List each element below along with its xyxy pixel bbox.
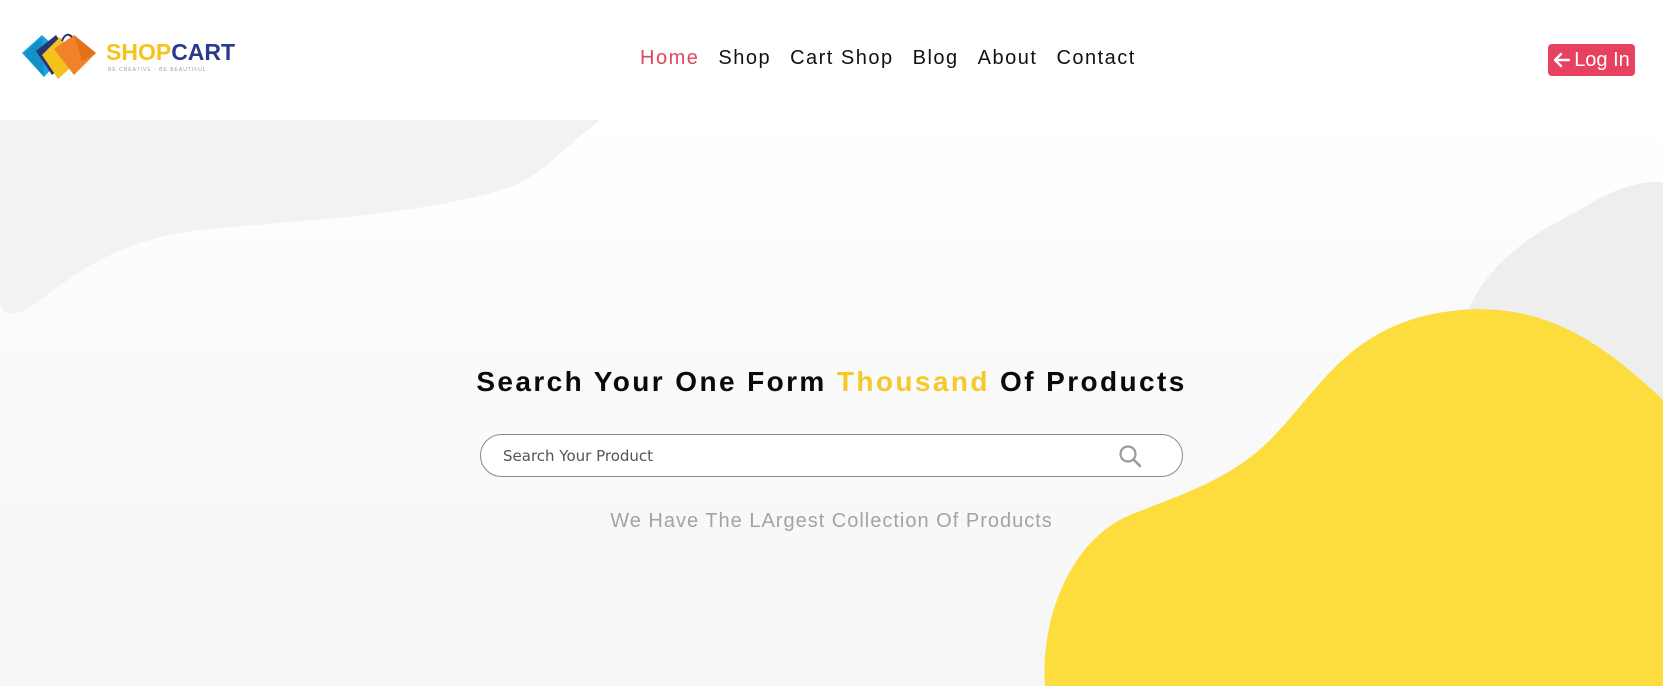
hero-subtitle: We Have The LArgest Collection Of Produc…	[610, 510, 1053, 532]
nav-item-about[interactable]: About	[978, 46, 1038, 70]
hero-title-after: Of Products	[1000, 366, 1187, 397]
site-header: SHOPCART BE CREATIVE · BE BEAUTIFUL Home…	[0, 0, 1663, 120]
hero-background-shapes	[0, 120, 1663, 686]
login-label: Log In	[1574, 48, 1630, 71]
top-left-wave-shape	[0, 120, 600, 314]
nav-item-shop[interactable]: Shop	[718, 46, 771, 70]
shopping-bags-icon	[22, 33, 96, 79]
nav-item-home[interactable]: Home	[640, 46, 699, 70]
logo-shop-text: SHOP	[106, 39, 172, 65]
nav-item-contact[interactable]: Contact	[1056, 46, 1135, 70]
hero-section: Search Your One Form Thousand Of Product…	[0, 120, 1663, 686]
logo[interactable]: SHOPCART BE CREATIVE · BE BEAUTIFUL	[22, 31, 244, 83]
main-nav: Home Shop Cart Shop Blog About Contact	[640, 46, 1136, 70]
logo-tagline: BE CREATIVE · BE BEAUTIFUL	[108, 67, 207, 73]
search-input[interactable]	[503, 435, 1063, 476]
page-bottom-edge	[0, 686, 1663, 698]
arrow-left-icon	[1553, 52, 1571, 68]
hero-title-before: Search Your One Form	[476, 366, 827, 397]
logo-cart-text: CART	[171, 39, 236, 65]
hero-title-highlight: Thousand	[836, 366, 990, 397]
logo-wordmark: SHOPCART	[106, 41, 235, 64]
hero-title: Search Your One Form Thousand Of Product…	[0, 366, 1663, 398]
login-button[interactable]: Log In	[1548, 44, 1635, 76]
search-icon[interactable]	[1118, 444, 1144, 470]
search-bar	[480, 434, 1183, 477]
nav-item-cart-shop[interactable]: Cart Shop	[790, 46, 894, 70]
nav-item-blog[interactable]: Blog	[913, 46, 959, 70]
